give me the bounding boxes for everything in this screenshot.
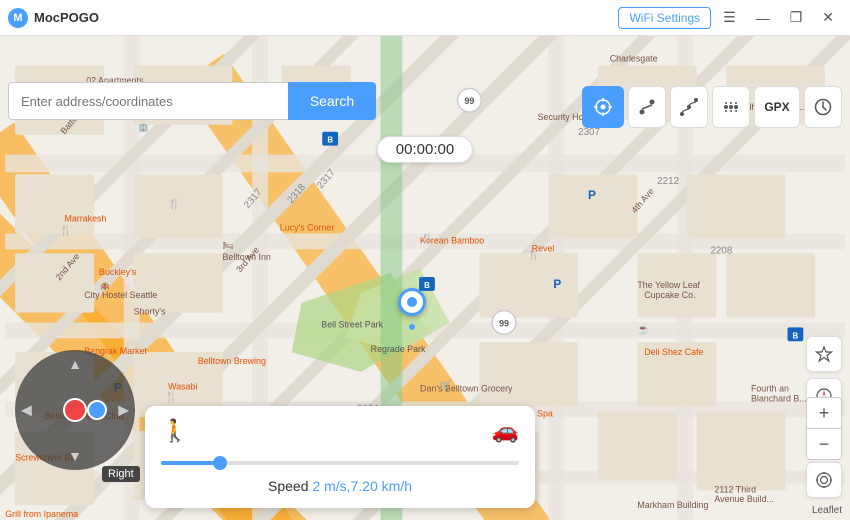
svg-text:99: 99 (465, 96, 475, 106)
joystick-inner: ▲ ▼ ◀ ▶ (15, 350, 135, 470)
svg-text:Wasabi: Wasabi (168, 382, 197, 392)
speed-slider-wrapper (161, 452, 519, 470)
svg-text:Dan's Belltown Grocery: Dan's Belltown Grocery (420, 384, 513, 394)
svg-text:🏨: 🏨 (100, 281, 110, 290)
menu-button[interactable]: ☰ (715, 5, 744, 30)
svg-text:2212: 2212 (657, 176, 679, 187)
timer-display: 00:00:00 (377, 136, 473, 163)
svg-text:🛒: 🛒 (440, 380, 452, 392)
leaflet-attribution: Leaflet (812, 505, 842, 516)
svg-text:🍴: 🍴 (165, 390, 177, 402)
svg-text:🍴: 🍴 (528, 249, 540, 261)
right-toolbar: GPX (582, 86, 842, 128)
svg-text:The Yellow Leaf: The Yellow Leaf (637, 280, 700, 290)
svg-text:☕: ☕ (637, 322, 649, 335)
joystick-up-arrow[interactable]: ▲ (68, 356, 82, 372)
titlebar-left: M MocPOGO (8, 8, 99, 28)
svg-text:Avenue Build...: Avenue Build... (714, 494, 774, 504)
svg-text:Deli Shez Cafe: Deli Shez Cafe (644, 347, 703, 357)
speed-display: Speed 2 m/s,7.20 km/h (161, 478, 519, 494)
maximize-button[interactable]: ❐ (782, 5, 811, 30)
svg-text:B: B (793, 331, 799, 340)
favorites-button[interactable] (806, 336, 842, 372)
zoom-in-button[interactable]: + (806, 397, 842, 429)
speed-transport-icons: 🚶 🚗 (161, 418, 519, 444)
app-logo: M (8, 8, 28, 28)
car-icon[interactable]: 🚗 (492, 418, 519, 444)
svg-text:Lucy's Corner: Lucy's Corner (280, 223, 335, 233)
svg-text:Marrakesh: Marrakesh (64, 214, 106, 224)
svg-text:Belltown Brewing: Belltown Brewing (198, 356, 266, 366)
zoom-controls: + − (806, 397, 842, 460)
svg-text:Bell Street Park: Bell Street Park (321, 319, 383, 329)
svg-text:B: B (327, 136, 333, 145)
close-button[interactable]: ✕ (814, 5, 842, 30)
search-bar: Search (8, 82, 376, 120)
svg-text:2307: 2307 (578, 127, 600, 138)
joystick-right-arrow[interactable]: ▶ (118, 402, 129, 419)
walk-icon[interactable]: 🚶 (161, 418, 188, 444)
speed-label: Speed (268, 478, 312, 494)
svg-text:🛏: 🛏 (223, 240, 234, 250)
address-input[interactable] (8, 82, 288, 120)
joystick: ▲ ▼ ◀ ▶ (15, 350, 135, 470)
svg-text:99: 99 (499, 318, 509, 328)
titlebar: M MocPOGO WiFi Settings ☰ — ❐ ✕ (0, 0, 850, 36)
svg-text:🍴: 🍴 (421, 232, 433, 244)
history-button[interactable] (804, 86, 842, 128)
titlebar-right: WiFi Settings ☰ — ❐ ✕ (618, 5, 842, 30)
multi-route-button[interactable] (670, 86, 708, 128)
center-button[interactable] (582, 86, 624, 128)
svg-text:Buckley's: Buckley's (99, 267, 137, 277)
svg-text:🍴: 🍴 (168, 198, 180, 210)
svg-text:Shorty's: Shorty's (134, 307, 166, 317)
svg-text:2208: 2208 (710, 245, 732, 256)
svg-text:🏢: 🏢 (139, 123, 149, 132)
joystick-blue-dot (87, 400, 107, 420)
gpx-button[interactable]: GPX (754, 86, 800, 128)
svg-text:Cupcake Co.: Cupcake Co. (644, 290, 695, 300)
svg-text:Regrade Park: Regrade Park (371, 344, 426, 354)
app-title: MocPOGO (34, 10, 99, 25)
zoom-out-button[interactable]: − (806, 428, 842, 460)
location-marker (398, 288, 426, 316)
speed-slider[interactable] (161, 461, 519, 465)
search-button[interactable]: Search (288, 82, 376, 120)
joystick-down-arrow[interactable]: ▼ (68, 448, 82, 464)
svg-text:Blanchard B...: Blanchard B... (751, 393, 807, 403)
speed-panel: 🚶 🚗 Speed 2 m/s,7.20 km/h (145, 406, 535, 508)
svg-text:🍴: 🍴 (60, 225, 72, 237)
route-tool-button[interactable] (628, 86, 666, 128)
wifi-settings-button[interactable]: WiFi Settings (618, 7, 711, 29)
svg-text:P: P (553, 277, 561, 291)
svg-text:Charlesgate: Charlesgate (610, 54, 658, 64)
svg-text:Belltown Inn: Belltown Inn (223, 252, 271, 262)
speed-value: 2 m/s,7.20 km/h (312, 478, 412, 494)
map: 99 99 2317 2318 2317 2307 2212 2208 2224… (0, 36, 850, 520)
svg-text:Fourth an: Fourth an (751, 384, 789, 394)
svg-text:City Hostel Seattle: City Hostel Seattle (84, 290, 157, 300)
locate-button[interactable] (806, 462, 842, 498)
joystick-center[interactable] (63, 398, 87, 422)
svg-text:Grill from Ipanema: Grill from Ipanema (5, 509, 78, 519)
svg-text:2112 Third: 2112 Third (714, 484, 756, 494)
right-direction-label: Right (102, 466, 140, 482)
waypoint-button[interactable] (712, 86, 750, 128)
minimize-button[interactable]: — (748, 6, 778, 30)
joystick-left-arrow[interactable]: ◀ (21, 402, 32, 419)
svg-text:Markham Building: Markham Building (637, 500, 708, 510)
svg-text:P: P (588, 188, 596, 202)
